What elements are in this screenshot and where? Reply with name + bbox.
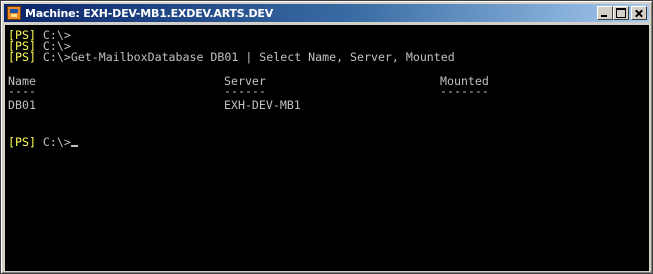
powershell-remote-icon[interactable] bbox=[7, 6, 21, 20]
title-bar[interactable]: Machine: EXH-DEV-MB1.EXDEV.ARTS.DEV bbox=[4, 4, 649, 22]
maximize-button[interactable] bbox=[613, 6, 629, 20]
window-title: Machine: EXH-DEV-MB1.EXDEV.ARTS.DEV bbox=[25, 6, 274, 20]
window-controls bbox=[597, 6, 647, 20]
command-text: Get-MailboxDatabase DB01 | Select Name, … bbox=[70, 50, 455, 64]
rule-server: ------ bbox=[224, 84, 266, 98]
prompt-tag: [PS] bbox=[8, 135, 36, 149]
close-button[interactable] bbox=[631, 6, 647, 20]
minimize-button[interactable] bbox=[597, 6, 613, 20]
rule-mounted: ------- bbox=[440, 84, 489, 98]
console-window: Machine: EXH-DEV-MB1.EXDEV.ARTS.DEV [PS]… bbox=[0, 0, 653, 274]
rule-name: ---- bbox=[8, 84, 36, 98]
console-line-prompt: [PS] C:\> bbox=[8, 136, 78, 148]
row-server: EXH-DEV-MB1 bbox=[224, 98, 301, 112]
console-line-3: [PS] C:\>Get-MailboxDatabase DB01 | Sele… bbox=[8, 51, 455, 63]
text-cursor bbox=[70, 145, 78, 147]
row-name: DB01 bbox=[8, 98, 36, 112]
console-output[interactable]: [PS] C:\> [PS] C:\> [PS] C:\>Get-Mailbox… bbox=[5, 25, 649, 271]
prompt-path: C:\> bbox=[35, 135, 71, 149]
prompt-tag: [PS] bbox=[8, 50, 36, 64]
prompt-path: C:\> bbox=[35, 50, 71, 64]
